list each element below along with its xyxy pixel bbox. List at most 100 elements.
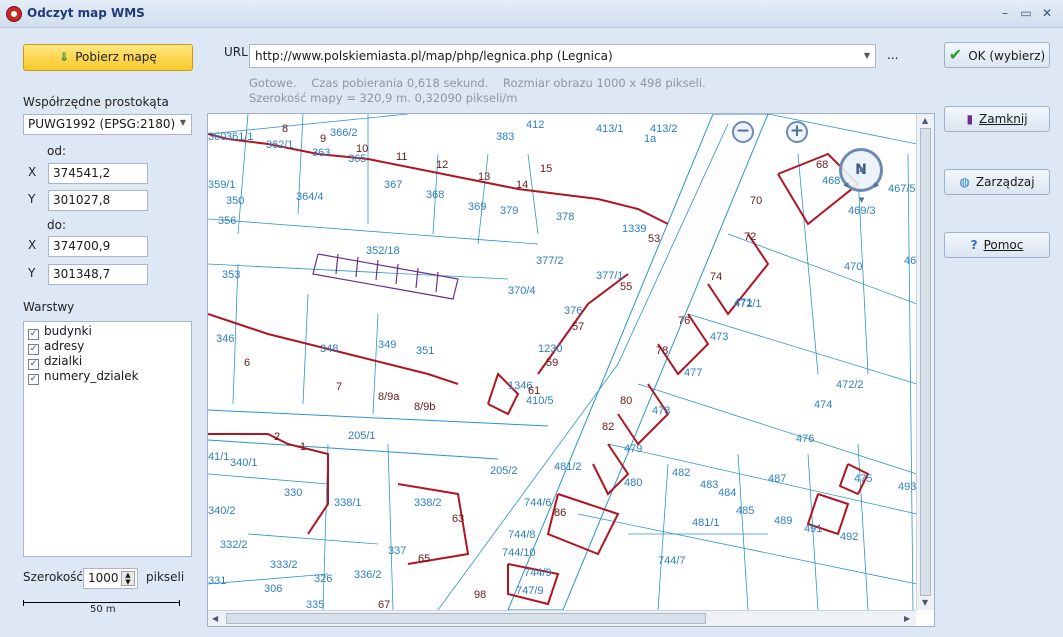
url-label: URL — [224, 45, 248, 59]
pan-down-icon[interactable]: ▼ — [859, 181, 864, 219]
scroll-down-icon[interactable]: ▼ — [922, 598, 928, 607]
minimize-icon[interactable]: – — [996, 5, 1014, 21]
title-bar: Odczyt map WMS – ▭ ✕ — [0, 0, 1063, 28]
svg-text:367: 367 — [384, 179, 402, 191]
svg-text:7: 7 — [336, 381, 342, 393]
svg-text:331: 331 — [208, 575, 226, 587]
layer-item-numery-dzialek[interactable]: ✓ numery_dzialek — [28, 369, 191, 385]
svg-text:489: 489 — [774, 515, 792, 527]
from-y-field[interactable]: 301027,8 — [48, 190, 148, 211]
from-y-label: Y — [28, 192, 36, 206]
from-label: od: — [47, 144, 67, 158]
svg-text:481/1: 481/1 — [692, 517, 720, 529]
svg-text:356: 356 — [218, 215, 236, 227]
svg-text:338/2: 338/2 — [414, 497, 442, 509]
map-horizontal-scrollbar[interactable]: ◀ ▶ — [208, 610, 916, 626]
svg-text:340/1: 340/1 — [230, 457, 258, 469]
svg-text:747/9: 747/9 — [516, 585, 544, 597]
width-label: Szerokość — [23, 570, 84, 584]
crs-select-value: PUWG1992 (EPSG:2180) — [28, 117, 176, 131]
svg-text:363: 363 — [312, 147, 330, 159]
compass-navigator[interactable]: N ▲ ▼ ◀ ▶ — [839, 148, 883, 204]
chevron-down-icon: ▼ — [863, 51, 870, 60]
svg-text:744/10: 744/10 — [502, 547, 536, 559]
svg-text:474: 474 — [814, 399, 832, 411]
svg-text:63: 63 — [452, 513, 464, 525]
from-x-field[interactable]: 374541,2 — [48, 163, 148, 184]
svg-text:353: 353 — [222, 269, 240, 281]
download-map-label: Pobierz mapę — [75, 50, 157, 64]
svg-text:360: 360 — [208, 131, 226, 143]
svg-text:1a: 1a — [644, 133, 657, 145]
layers-label: Warstwy — [23, 300, 75, 314]
pan-right-icon[interactable]: ▶ — [874, 166, 879, 204]
map-view[interactable]: 383 412 413/1 413/2 360 361/1 362/1 363 366/2 … — [207, 113, 935, 627]
to-x-label: X — [28, 238, 37, 252]
help-button[interactable]: ? Pomoc — [944, 232, 1050, 258]
close-button[interactable]: ▮ Zamknij — [944, 106, 1050, 132]
svg-text:98: 98 — [474, 589, 486, 601]
scroll-left-icon[interactable]: ◀ — [212, 614, 218, 623]
svg-text:744/9: 744/9 — [524, 567, 552, 579]
download-map-button[interactable]: ⇓ Pobierz mapę — [23, 44, 193, 71]
checkbox-checked-icon[interactable]: ✓ — [28, 374, 39, 385]
zoom-in-button[interactable]: + — [786, 121, 808, 143]
stepper-arrows-icon[interactable]: ▲ ▼ — [121, 571, 135, 586]
scroll-up-icon[interactable]: ▲ — [922, 116, 928, 125]
map-vertical-scrollbar[interactable]: ▲ ▼ — [916, 114, 934, 610]
svg-text:9: 9 — [320, 133, 326, 145]
svg-text:477: 477 — [684, 367, 702, 379]
svg-text:376: 376 — [564, 305, 582, 317]
svg-text:487: 487 — [768, 473, 786, 485]
manage-button[interactable]: ◍ Zarządzaj — [944, 169, 1050, 195]
pan-left-icon[interactable]: ◀ — [843, 166, 848, 204]
to-x-field[interactable]: 374700,9 — [48, 236, 148, 257]
url-more-button[interactable]: ... — [887, 48, 898, 62]
close-icon[interactable]: ✕ — [1038, 5, 1056, 21]
scale-label: 50 m — [90, 604, 116, 615]
vertical-scroll-thumb[interactable] — [920, 128, 931, 596]
globe-icon: ◍ — [959, 175, 970, 189]
layer-label: budynki — [44, 324, 92, 338]
svg-text:366/2: 366/2 — [330, 127, 358, 139]
help-icon: ? — [970, 238, 978, 252]
svg-text:8/9b: 8/9b — [414, 401, 435, 413]
svg-text:78: 78 — [656, 345, 668, 357]
svg-text:349: 349 — [378, 339, 396, 351]
svg-text:478: 478 — [652, 405, 670, 417]
url-select[interactable]: http://www.polskiemiasta.pl/map/php/legn… — [249, 44, 876, 68]
svg-text:82: 82 — [602, 421, 614, 433]
layer-item-adresy[interactable]: ✓ adresy — [28, 339, 191, 355]
layer-item-budynki[interactable]: ✓ budynki — [28, 324, 191, 340]
svg-text:57: 57 — [572, 321, 584, 333]
ok-button[interactable]: ✔ OK (wybierz) — [944, 42, 1050, 68]
zoom-out-button[interactable]: − — [732, 121, 754, 143]
svg-text:492: 492 — [840, 531, 858, 543]
svg-text:348: 348 — [320, 343, 338, 355]
width-stepper[interactable]: 1000 ▲ ▼ — [83, 568, 138, 589]
crs-select[interactable]: PUWG1992 (EPSG:2180) ▼ — [23, 114, 192, 135]
svg-text:364/4: 364/4 — [296, 191, 324, 203]
chevron-down-icon: ▼ — [179, 118, 186, 127]
svg-text:8/9a: 8/9a — [378, 391, 400, 403]
layer-item-dzialki[interactable]: ✓ dzialki — [28, 354, 191, 370]
window-title: Odczyt map WMS — [27, 6, 145, 20]
svg-text:14: 14 — [516, 179, 528, 191]
maximize-icon[interactable]: ▭ — [1017, 5, 1035, 21]
app-icon — [6, 6, 22, 22]
close-label: Zamknij — [979, 112, 1028, 126]
window-client: ⇓ Pobierz mapę Współrzędne prostokąta PUW… — [0, 28, 1063, 637]
svg-text:72: 72 — [744, 231, 756, 243]
svg-text:351: 351 — [416, 345, 434, 357]
to-y-field[interactable]: 301348,7 — [48, 264, 148, 285]
to-label: do: — [47, 218, 67, 232]
layer-label: dzialki — [44, 354, 83, 368]
svg-text:330: 330 — [284, 487, 302, 499]
width-value: 1000 — [88, 571, 119, 585]
svg-text:1230: 1230 — [538, 343, 562, 355]
svg-text:335: 335 — [306, 599, 324, 610]
scroll-right-icon[interactable]: ▶ — [904, 614, 910, 623]
horizontal-scroll-thumb[interactable] — [226, 613, 706, 624]
svg-text:483: 483 — [700, 479, 718, 491]
help-label: Pomoc — [983, 238, 1024, 252]
